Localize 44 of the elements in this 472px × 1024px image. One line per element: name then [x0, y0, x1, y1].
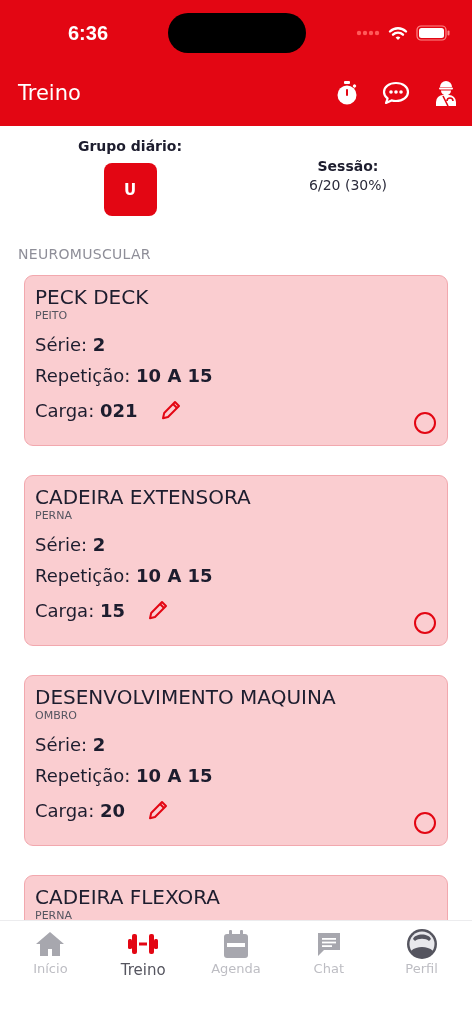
status-time: 6:36 [68, 21, 110, 45]
pencil-icon[interactable] [159, 399, 182, 421]
exercise-detail: Repetição: 10 A 15 [35, 765, 213, 786]
circle-icon[interactable] [413, 811, 437, 835]
exercise-card[interactable]: CADEIRA FLEXORA PERNA [24, 875, 448, 920]
tab-label[interactable]: Treino [120, 961, 166, 979]
screen-title: Treino [18, 81, 81, 105]
session-label: Sessão: [317, 158, 379, 174]
exercise-detail: Carga: 021 [35, 399, 138, 421]
exercise-name: PECK DECK [35, 285, 150, 309]
exercise-card[interactable]: CADEIRA EXTENSORA PERNA Série: 2 Repetição: 10 A 15 Carga: 15 [24, 475, 448, 646]
exercise-detail: Carga: 15 [35, 599, 125, 621]
exercise-detail: Repetição: 10 A 15 [35, 365, 213, 386]
avatar-icon[interactable] [406, 929, 437, 959]
exercise-card[interactable]: DESENVOLVIMENTO MAQUINA OMBRO Série: 2 Repetição: 10 A 15 Carga: 20 [24, 675, 448, 846]
chat-bubble-icon[interactable] [382, 81, 410, 105]
exercise-name: DESENVOLVIMENTO MAQUINA [35, 685, 337, 709]
muscle-group: PEITO [35, 309, 437, 323]
signal-icon [356, 30, 380, 36]
stopwatch-icon[interactable] [336, 81, 358, 105]
exercise-name: CADEIRA EXTENSORA [35, 485, 252, 509]
exercise-detail: Repetição: 10 A 15 [35, 565, 213, 586]
muscle-group: OMBRO [35, 709, 437, 723]
exercise-detail: Série: 2 [35, 534, 106, 555]
pencil-icon[interactable] [147, 799, 169, 821]
session-value: 6/20 (30%) [309, 177, 387, 193]
exercise-detail: Série: 2 [35, 334, 106, 355]
group-badge[interactable]: U [103, 163, 157, 216]
exercise-detail: Carga: 20 [35, 799, 125, 821]
group-label: Grupo diário: [77, 138, 183, 154]
muscle-group: PERNA [35, 509, 437, 523]
muscle-group: PERNA [35, 909, 437, 920]
calendar-icon[interactable] [221, 929, 251, 959]
exercise-name: CADEIRA FLEXORA [35, 885, 221, 909]
section-title: NEUROMUSCULAR [18, 246, 152, 262]
trainer-icon[interactable] [434, 80, 458, 106]
wifi-icon [388, 25, 408, 41]
pencil-icon[interactable] [147, 599, 169, 621]
exercise-card[interactable]: PECK DECK PEITO Série: 2 Repetição: 10 A 15 Carga: 021 [24, 275, 448, 446]
battery-icon [416, 25, 450, 41]
home-icon[interactable] [35, 929, 66, 959]
circle-icon[interactable] [413, 411, 437, 435]
exercise-detail: Série: 2 [35, 734, 106, 755]
circle-icon[interactable] [413, 611, 437, 635]
